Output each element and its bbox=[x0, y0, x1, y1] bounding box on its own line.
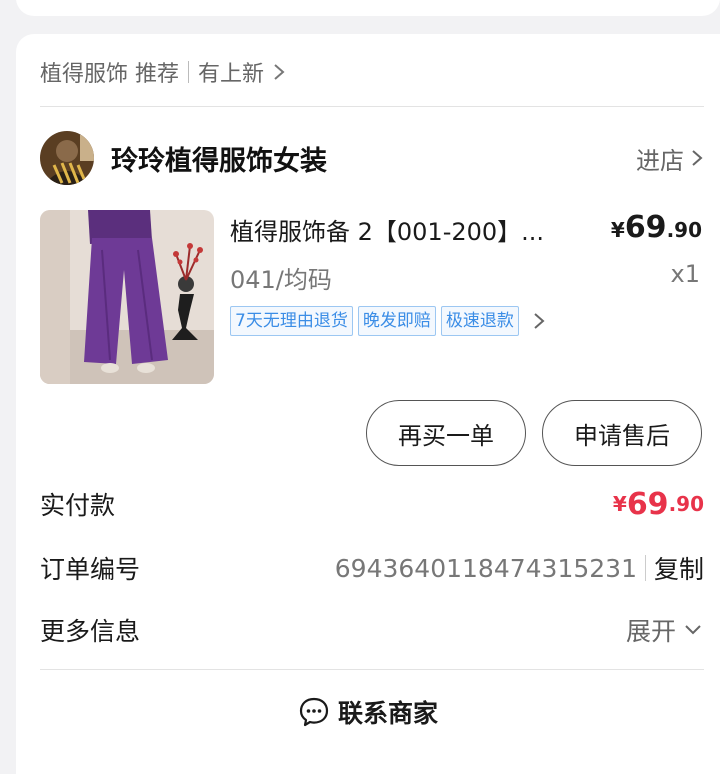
copy-button[interactable]: 复制 bbox=[654, 550, 704, 586]
payment-decimal: .90 bbox=[668, 492, 704, 516]
divider bbox=[40, 106, 704, 107]
product-quantity: x1 bbox=[670, 260, 700, 288]
price-currency: ¥ bbox=[610, 218, 625, 242]
order-number-label: 订单编号 bbox=[40, 555, 141, 584]
tag-return: 7天无理由退货 bbox=[230, 306, 353, 336]
contact-seller-button[interactable]: 联系商家 bbox=[16, 694, 720, 730]
order-number-group: 6943640118474315231 复制 bbox=[335, 550, 704, 586]
tag-late-compensation: 晚发即赔 bbox=[357, 306, 436, 336]
rebuy-button[interactable]: 再买一单 bbox=[366, 400, 526, 466]
shop-avatar[interactable] bbox=[40, 131, 94, 185]
new-arrivals-label: 有上新 bbox=[198, 62, 265, 87]
product-price: ¥69.90 bbox=[611, 210, 702, 245]
previous-card bbox=[16, 0, 720, 16]
tag-fast-refund: 极速退款 bbox=[440, 306, 519, 336]
payment-currency: ¥ bbox=[612, 492, 627, 516]
separator bbox=[644, 555, 646, 581]
price-decimal: .90 bbox=[666, 218, 702, 242]
contact-seller-label: 联系商家 bbox=[337, 699, 438, 728]
shop-header: 玲玲植得服饰女装 进店 bbox=[40, 130, 704, 186]
expand-label: 展开 bbox=[625, 617, 676, 646]
chevron-down-icon bbox=[685, 625, 701, 635]
order-card: 植得服饰 推荐 有上新 玲玲植得服饰女装 进店 植得服饰备 2【001-200】… bbox=[16, 34, 720, 774]
payment-row: 实付款 ¥69.90 bbox=[40, 484, 704, 524]
product-title[interactable]: 植得服饰备 2【001-200】... bbox=[230, 212, 570, 247]
payment-integer: 69 bbox=[626, 486, 669, 522]
shop-name[interactable]: 玲玲植得服饰女装 bbox=[111, 139, 327, 178]
enter-shop-label: 进店 bbox=[636, 146, 684, 175]
payment-amount: ¥69.90 bbox=[613, 487, 704, 522]
more-info-row: 更多信息 展开 bbox=[40, 610, 704, 650]
product-image[interactable] bbox=[40, 210, 214, 384]
chevron-right-icon bbox=[274, 64, 285, 80]
expand-button[interactable]: 展开 bbox=[626, 612, 704, 648]
recommend-label: 植得服饰 推荐 bbox=[40, 62, 179, 87]
price-integer: 69 bbox=[624, 210, 667, 245]
divider bbox=[40, 669, 704, 670]
shop-recommend-bar[interactable]: 植得服饰 推荐 有上新 bbox=[40, 56, 286, 88]
order-number-row: 订单编号 6943640118474315231 复制 bbox=[40, 548, 704, 588]
chevron-right-icon bbox=[534, 313, 545, 329]
after-sale-button[interactable]: 申请售后 bbox=[542, 400, 702, 466]
order-number-value: 6943640118474315231 bbox=[334, 553, 637, 583]
payment-label: 实付款 bbox=[40, 491, 116, 520]
more-info-label: 更多信息 bbox=[40, 617, 141, 646]
chevron-right-icon bbox=[692, 150, 703, 166]
separator bbox=[188, 61, 189, 83]
product-spec: 041/均码 bbox=[230, 266, 332, 294]
enter-shop-link[interactable]: 进店 bbox=[636, 141, 704, 176]
chat-bubble-icon bbox=[299, 697, 329, 727]
service-tags[interactable]: 7天无理由退货 晚发即赔 极速退款 bbox=[230, 306, 546, 336]
